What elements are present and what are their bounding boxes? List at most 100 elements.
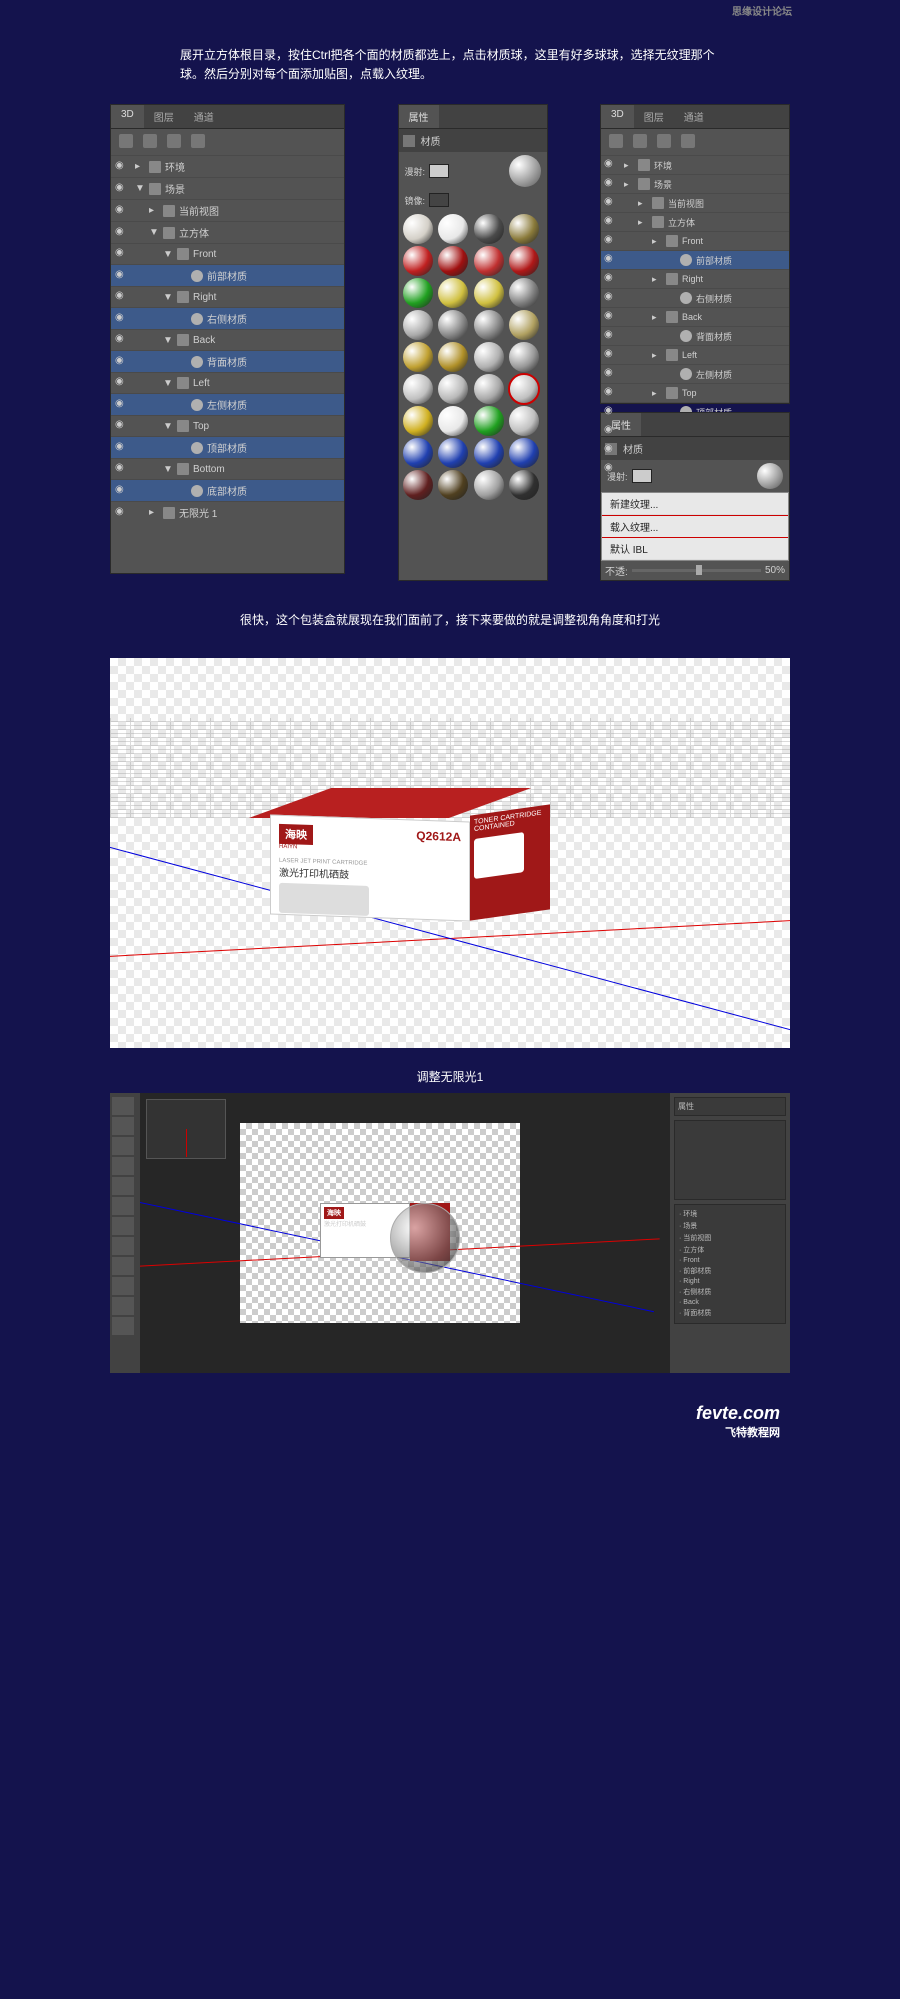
layer-row[interactable]: · 前部材质 [678, 1265, 782, 1277]
visibility-eye-icon[interactable] [604, 196, 618, 210]
expand-arrow-icon[interactable]: ▸ [624, 160, 634, 171]
material-ball[interactable] [438, 310, 468, 340]
light-gizmo-sphere[interactable] [390, 1203, 460, 1273]
crop-tool[interactable] [112, 1157, 134, 1175]
filter-icon[interactable] [633, 134, 647, 148]
eyedropper-tool[interactable] [112, 1177, 134, 1195]
layer-row[interactable]: · 当前视图 [678, 1232, 782, 1244]
material-preview-sphere-2[interactable] [757, 463, 783, 489]
specular-swatch[interactable] [429, 193, 449, 207]
visibility-eye-icon[interactable] [604, 310, 618, 324]
tree-item[interactable]: ▸Right [601, 269, 789, 288]
expand-arrow-icon[interactable]: ▼ [163, 292, 173, 303]
tree-item[interactable]: ▼Top [111, 415, 344, 436]
tree-item[interactable]: ▸Left [601, 345, 789, 364]
tree-item[interactable]: ▸环境 [111, 155, 344, 177]
material-ball[interactable] [438, 214, 468, 244]
material-ball[interactable] [438, 374, 468, 404]
material-ball[interactable] [509, 342, 539, 372]
material-ball[interactable] [474, 438, 504, 468]
visibility-eye-icon[interactable] [604, 253, 618, 267]
tab-props[interactable]: 属性 [399, 105, 439, 128]
light-angle-widget[interactable] [146, 1099, 226, 1159]
tree-item[interactable]: ▼Bottom [111, 458, 344, 479]
visibility-eye-icon[interactable] [115, 226, 129, 240]
marquee-tool[interactable] [112, 1117, 134, 1135]
expand-arrow-icon[interactable]: ▸ [135, 161, 145, 172]
move-tool[interactable] [112, 1097, 134, 1115]
expand-arrow-icon[interactable]: ▸ [624, 179, 634, 190]
material-ball[interactable] [474, 278, 504, 308]
material-ball[interactable] [438, 278, 468, 308]
visibility-eye-icon[interactable] [115, 376, 129, 390]
expand-arrow-icon[interactable]: ▸ [149, 205, 159, 216]
diffuse-swatch[interactable] [429, 164, 449, 178]
expand-arrow-icon[interactable]: ▸ [652, 388, 662, 399]
tab-channels-s[interactable]: 通道 [674, 105, 714, 128]
tree-item[interactable]: 左侧材质 [111, 393, 344, 415]
hand-tool[interactable] [112, 1317, 134, 1335]
diffuse-swatch-2[interactable] [632, 469, 652, 483]
visibility-eye-icon[interactable] [604, 329, 618, 343]
material-ball[interactable] [509, 278, 539, 308]
brush-tool[interactable] [112, 1197, 134, 1215]
material-ball[interactable] [509, 310, 539, 340]
material-ball[interactable] [509, 438, 539, 468]
expand-arrow-icon[interactable]: ▸ [652, 274, 662, 285]
tree-item[interactable]: ▸当前视图 [601, 193, 789, 212]
filter-env-icon[interactable] [119, 134, 133, 148]
clone-tool[interactable] [112, 1217, 134, 1235]
visibility-eye-icon[interactable] [115, 182, 129, 196]
expand-arrow-icon[interactable]: ▼ [149, 227, 159, 238]
expand-arrow-icon[interactable]: ▸ [638, 217, 648, 228]
expand-arrow-icon[interactable]: ▼ [163, 421, 173, 432]
tree-item[interactable]: ▸当前视图 [111, 199, 344, 221]
visibility-eye-icon[interactable] [115, 398, 129, 412]
tree-item[interactable]: ▸Front [601, 231, 789, 250]
material-ball[interactable] [438, 438, 468, 468]
material-ball[interactable] [403, 214, 433, 244]
material-ball[interactable] [474, 470, 504, 500]
lasso-tool[interactable] [112, 1137, 134, 1155]
layer-row[interactable]: · Front [678, 1256, 782, 1265]
tree-item[interactable]: ▸Top [601, 383, 789, 402]
gradient-tool[interactable] [112, 1257, 134, 1275]
material-ball[interactable] [403, 438, 433, 468]
visibility-eye-icon[interactable] [604, 424, 618, 438]
layer-row[interactable]: · Back [678, 1298, 782, 1307]
expand-arrow-icon[interactable]: ▸ [652, 236, 662, 247]
visibility-eye-icon[interactable] [604, 215, 618, 229]
filter-mat-icon[interactable] [167, 134, 181, 148]
filter-light-icon[interactable] [191, 134, 205, 148]
expand-arrow-icon[interactable]: ▼ [163, 335, 173, 346]
expand-arrow-icon[interactable]: ▸ [638, 198, 648, 209]
tree-item[interactable]: ▼Back [111, 329, 344, 350]
visibility-eye-icon[interactable] [115, 506, 129, 520]
menu-load-texture[interactable]: 载入纹理... [602, 515, 788, 538]
expand-arrow-icon[interactable]: ▼ [163, 249, 173, 260]
visibility-eye-icon[interactable] [115, 333, 129, 347]
visibility-eye-icon[interactable] [115, 160, 129, 174]
expand-arrow-icon[interactable]: ▼ [163, 378, 173, 389]
menu-new-texture[interactable]: 新建纹理... [602, 493, 788, 515]
material-ball[interactable] [403, 342, 433, 372]
tree-item[interactable]: 前部材质 [111, 264, 344, 286]
visibility-eye-icon[interactable] [604, 367, 618, 381]
visibility-eye-icon[interactable] [115, 269, 129, 283]
material-ball[interactable] [474, 310, 504, 340]
filter-mesh-icon[interactable] [143, 134, 157, 148]
material-ball[interactable] [474, 342, 504, 372]
opacity-slider[interactable] [632, 569, 761, 572]
tree-item[interactable]: 右侧材质 [601, 288, 789, 307]
menu-default-ibl[interactable]: 默认 IBL [602, 538, 788, 560]
visibility-eye-icon[interactable] [115, 419, 129, 433]
visibility-eye-icon[interactable] [115, 290, 129, 304]
expand-arrow-icon[interactable]: ▸ [652, 312, 662, 323]
material-ball[interactable] [509, 406, 539, 436]
tree-item[interactable]: ▼Front [111, 243, 344, 264]
pen-tool[interactable] [112, 1277, 134, 1295]
material-ball[interactable] [403, 374, 433, 404]
visibility-eye-icon[interactable] [604, 405, 618, 419]
expand-arrow-icon[interactable]: ▸ [149, 507, 159, 518]
tree-item[interactable]: ▸Back [601, 307, 789, 326]
